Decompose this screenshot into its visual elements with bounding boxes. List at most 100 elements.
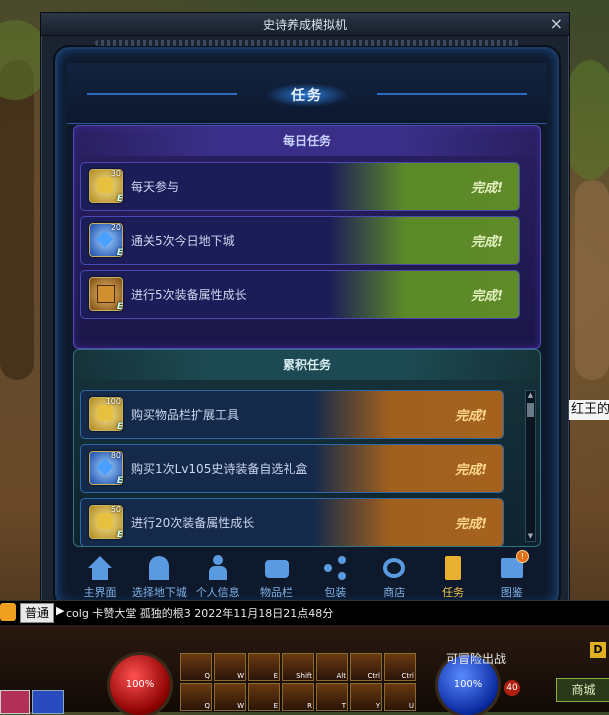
task-label: 进行5次装备属性成长 [131, 288, 247, 302]
game-hud: 100% Q W E Shift Alt Ctrl Ctrl Q W E R T… [0, 625, 609, 715]
task-label: 进行20次装备属性成长 [131, 516, 255, 530]
reward-count: 100 [105, 397, 121, 406]
epic-growth-simulator-window: 史诗养成模拟机 × 任务 每日任务 30 E 每天参与 完成! 20 E 通关5… [40, 12, 570, 642]
quick-slot[interactable] [32, 690, 64, 714]
daily-task-row[interactable]: E 进行5次装备属性成长 完成! [80, 270, 520, 319]
share-icon-node [338, 572, 347, 580]
task-label: 通关5次今日地下城 [131, 234, 235, 248]
chat-channel-tab[interactable]: 普通 [20, 603, 55, 623]
chat-emoji-icon[interactable] [0, 603, 16, 621]
gold-coin-icon: 30 E [89, 169, 123, 204]
skill-slot[interactable]: Shift [282, 653, 314, 681]
nav-collection[interactable]: ! 图鉴 [485, 550, 539, 602]
background-tree-right [575, 180, 609, 380]
gold-coin-glyph [97, 513, 113, 529]
e-mark-icon: E [116, 302, 123, 312]
nav-tasks[interactable]: 任务 [426, 554, 480, 602]
nav-label: 任务 [442, 586, 465, 599]
exchange-icon [379, 554, 409, 582]
nav-main[interactable]: 主界面 [73, 554, 127, 602]
skill-key: E [273, 702, 278, 710]
d-key-button[interactable]: D [590, 642, 606, 658]
skill-slot[interactable]: Y [350, 683, 382, 711]
scroll-icon-paper [445, 556, 462, 580]
bottom-navigation: 主界面 选择地下城 个人信息 物品栏 包装 商店 任务 ! 图鉴 [73, 550, 539, 602]
task-label: 每天参与 [131, 180, 180, 194]
skill-slot[interactable]: Q [180, 653, 212, 681]
window-title: 史诗养成模拟机 [262, 18, 347, 32]
daily-section-title: 每日任务 [74, 126, 540, 156]
skill-key: Q [204, 702, 210, 710]
nav-inventory[interactable]: 物品栏 [250, 554, 304, 602]
skill-key: W [237, 702, 244, 710]
gate-icon-shape [148, 556, 169, 580]
skill-key: W [237, 672, 244, 680]
gate-icon [144, 554, 174, 582]
task-status: 完成! [471, 289, 503, 304]
reward-count: 30 [110, 169, 121, 178]
daily-task-row[interactable]: 20 E 通关5次今日地下城 完成! [80, 216, 520, 265]
page-title: 任务 [265, 83, 349, 107]
equipment-glyph [97, 285, 115, 303]
equipment-icon: E [89, 277, 123, 312]
skill-slot[interactable]: E [248, 683, 280, 711]
gold-coin-icon: 100 E [89, 397, 123, 432]
task-panel: 任务 每日任务 30 E 每天参与 完成! 20 E 通关5次今日地下城 完成!… [55, 40, 559, 607]
nav-dungeon[interactable]: 选择地下城 [132, 554, 187, 602]
share-icon-node [324, 564, 333, 572]
cumulative-task-row[interactable]: 80 E 购买1次Lv105史诗装备自选礼盒 完成! [80, 444, 504, 493]
scrollbar-thumb[interactable] [527, 403, 534, 417]
task-label: 购买1次Lv105史诗装备自选礼盒 [131, 462, 308, 476]
scroll-down-icon[interactable]: ▼ [526, 532, 535, 541]
skill-slot[interactable]: Ctrl [384, 653, 416, 681]
nav-shop[interactable]: 商店 [367, 554, 421, 602]
skill-slot[interactable]: Alt [316, 653, 348, 681]
character-icon-body [208, 566, 227, 580]
skill-key: Q [204, 672, 210, 680]
gold-coin-glyph [97, 405, 113, 421]
mall-button[interactable]: 商城 [556, 678, 609, 702]
skill-key: R [307, 702, 312, 710]
character-icon [203, 554, 233, 582]
task-label: 购买物品栏扩展工具 [131, 408, 240, 422]
level-badge: 40 [504, 680, 520, 696]
home-icon [85, 554, 115, 582]
cumulative-task-section[interactable]: 累积任务 100 E 购买物品栏扩展工具 完成! 80 E 购买1次Lv105史… [73, 349, 541, 547]
chat-message: colg 卡赞大堂 孤独的根3 2022年11月18日21点48分 [66, 607, 334, 620]
e-mark-icon: E [116, 248, 123, 258]
nav-label: 商店 [383, 586, 406, 599]
skill-slot[interactable]: U [384, 683, 416, 711]
e-mark-icon: E [116, 530, 123, 540]
skill-slot[interactable]: Q [180, 683, 212, 711]
daily-task-row[interactable]: 30 E 每天参与 完成! [80, 162, 520, 211]
skill-slot[interactable]: W [214, 683, 246, 711]
quick-slot[interactable] [0, 690, 30, 714]
scrollbar[interactable]: ▲ ▼ [525, 390, 536, 542]
close-icon[interactable]: × [550, 14, 563, 33]
scroll-up-icon[interactable]: ▲ [526, 391, 535, 400]
skill-key: T [341, 702, 346, 710]
share-icon [320, 554, 350, 582]
crystal-glyph [96, 230, 114, 248]
skill-slot[interactable]: W [214, 653, 246, 681]
task-status: 完成! [455, 517, 487, 532]
nav-package[interactable]: 包装 [308, 554, 362, 602]
blue-crystal-icon: 20 E [89, 223, 123, 258]
skill-key: Y [375, 702, 380, 710]
scroll-icon [438, 554, 468, 582]
cumulative-task-row[interactable]: 50 E 进行20次装备属性成长 完成! [80, 498, 504, 546]
skill-key: Ctrl [401, 672, 414, 680]
skill-slot[interactable]: E [248, 653, 280, 681]
chat-arrow-icon: ▶ [56, 604, 65, 617]
skill-slot[interactable]: T [316, 683, 348, 711]
gold-coin-icon: 50 E [89, 505, 123, 540]
skill-slot[interactable]: Ctrl [350, 653, 382, 681]
reward-count: 80 [110, 451, 121, 460]
side-text: 红王的 [569, 400, 609, 420]
cumulative-task-row[interactable]: 100 E 购买物品栏扩展工具 完成! [80, 390, 504, 439]
daily-task-section: 每日任务 30 E 每天参与 完成! 20 E 通关5次今日地下城 完成! E … [73, 125, 541, 349]
nav-profile[interactable]: 个人信息 [191, 554, 245, 602]
skill-slot[interactable]: R [282, 683, 314, 711]
window-titlebar[interactable]: 史诗养成模拟机 × [41, 13, 569, 36]
skill-key: U [408, 702, 414, 710]
